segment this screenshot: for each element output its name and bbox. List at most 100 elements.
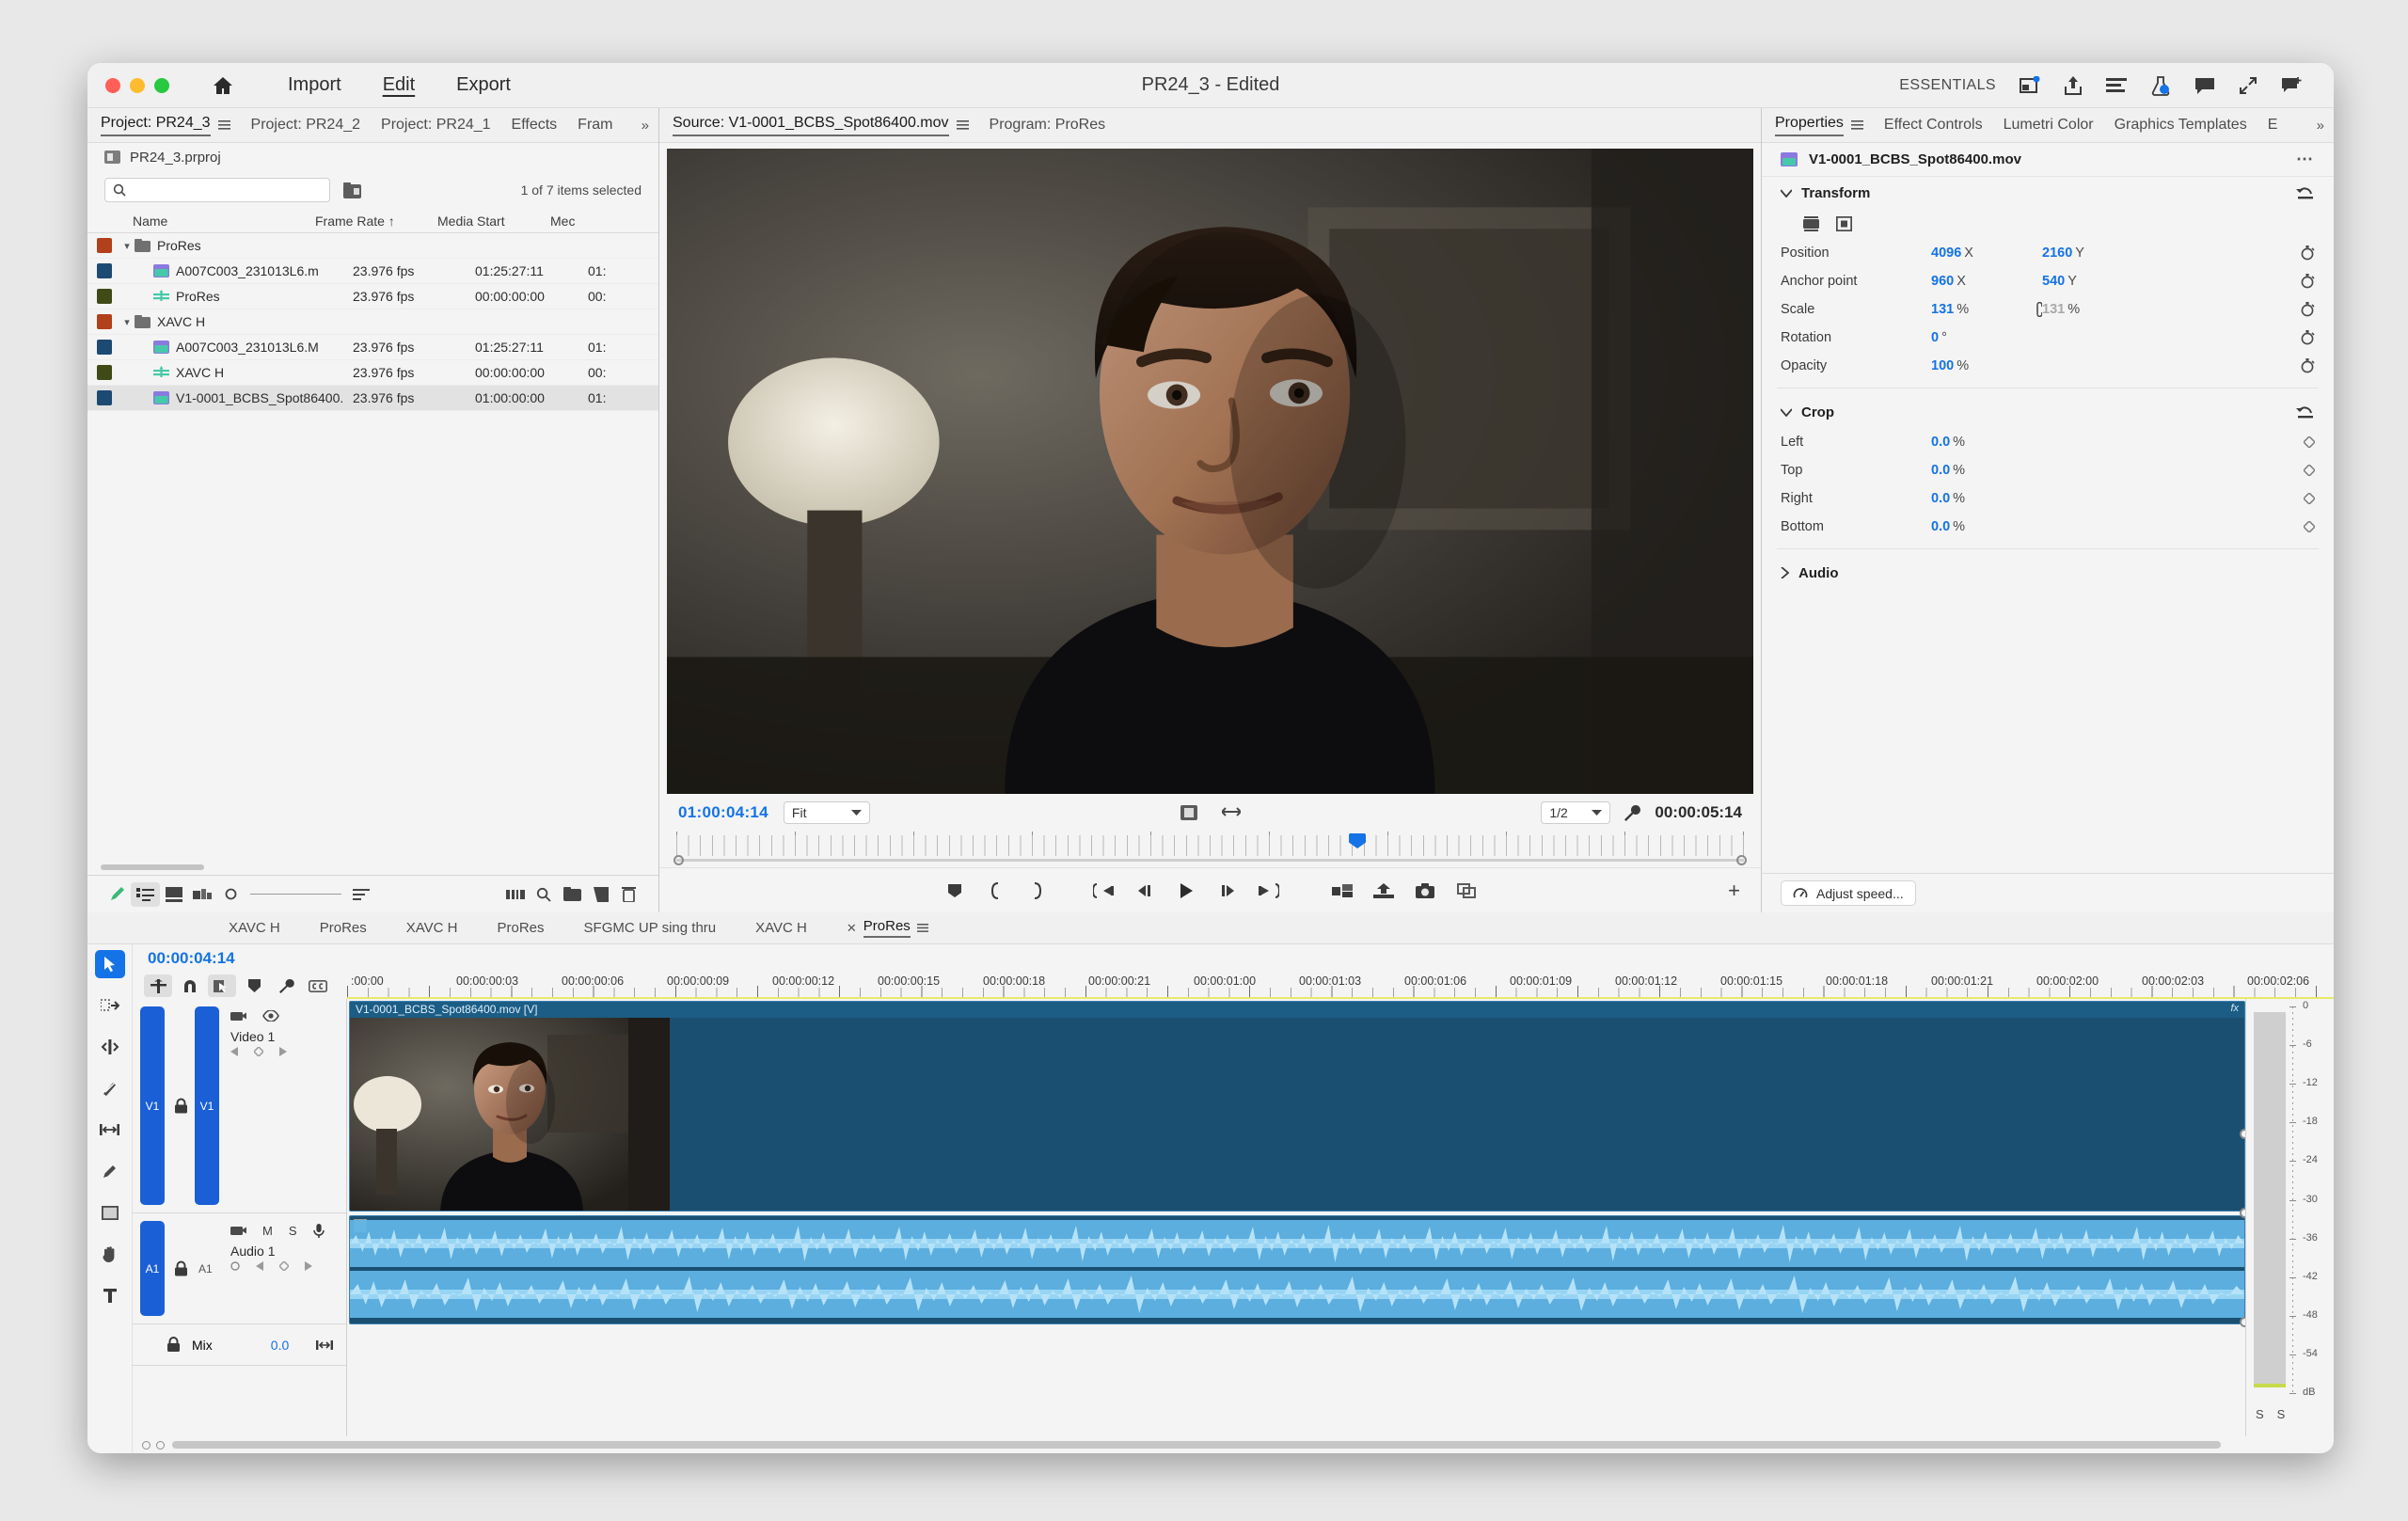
- add-keyframe-icon[interactable]: [254, 1047, 263, 1056]
- slider-track[interactable]: [250, 894, 341, 895]
- close-button[interactable]: [105, 78, 120, 93]
- timeline-tab[interactable]: XAVC H: [755, 912, 847, 943]
- tab-project-pr24-3[interactable]: Project: PR24_3: [101, 108, 251, 142]
- list-view-icon[interactable]: [131, 882, 159, 907]
- linked-selection-icon[interactable]: [208, 974, 236, 997]
- rectangle-tool[interactable]: [95, 1198, 125, 1227]
- label-color-swatch[interactable]: [97, 390, 112, 405]
- tab-program-monitor[interactable]: Program: ProRes: [990, 108, 1127, 142]
- new-bin-icon-2[interactable]: [558, 882, 586, 907]
- track-select-forward-tool[interactable]: [95, 991, 125, 1020]
- workspace-label[interactable]: ESSENTIALS: [1899, 77, 1996, 94]
- property-value-1-wrap[interactable]: 100%: [1931, 358, 2033, 373]
- lock-track-icon[interactable]: [174, 1098, 188, 1114]
- chevron-down-icon[interactable]: [1781, 189, 1792, 198]
- menu-import[interactable]: Import: [267, 71, 362, 100]
- automate-to-sequence-icon[interactable]: [501, 882, 530, 907]
- property-value-1[interactable]: 100: [1931, 358, 1954, 373]
- panel-menu-icon[interactable]: [917, 923, 928, 933]
- lock-track-icon-a1[interactable]: [174, 1260, 188, 1276]
- type-tool[interactable]: [95, 1281, 125, 1309]
- add-keyframe-diamond-icon[interactable]: [2304, 493, 2315, 504]
- lock-mix-icon[interactable]: [166, 1337, 181, 1353]
- timeline-clip-area[interactable]: V1-0001_BCBS_Spot86400.mov [V] fx: [347, 999, 2245, 1436]
- table-row[interactable]: XAVC H23.976 fps00:00:00:0000:: [87, 360, 658, 386]
- monitor-scrub-ruler[interactable]: [676, 832, 1744, 867]
- table-row[interactable]: A007C003_231013L6.M23.976 fps01:25:27:11…: [87, 335, 658, 360]
- tab-graphics-templates[interactable]: Graphics Templates: [2115, 108, 2268, 142]
- properties-overflow-icon[interactable]: ⋯: [2296, 150, 2315, 169]
- comparison-shot-icon[interactable]: [1446, 877, 1487, 905]
- transform-shortcut-icons[interactable]: [1762, 209, 2334, 239]
- column-frame-rate[interactable]: Frame Rate ↑: [315, 214, 437, 229]
- timeline-playhead-timecode[interactable]: 00:00:04:14: [148, 949, 235, 968]
- insert-track-icon[interactable]: [144, 974, 172, 997]
- item-name[interactable]: ProRes: [135, 289, 353, 304]
- toggle-animation-stopwatch-icon[interactable]: [2300, 358, 2315, 373]
- go-to-out-icon[interactable]: [1248, 877, 1290, 905]
- property-value-1-wrap[interactable]: 0°: [1931, 330, 2033, 345]
- new-item-icon[interactable]: [586, 882, 614, 907]
- fullscreen-expand-icon[interactable]: [2239, 76, 2258, 95]
- add-comment-icon[interactable]: [2281, 76, 2302, 95]
- search-input-wrap[interactable]: [104, 178, 330, 202]
- solo-channel-2[interactable]: S: [2277, 1407, 2286, 1421]
- property-value-1[interactable]: 0.0: [1931, 463, 1950, 478]
- toggle-animation-stopwatch-icon[interactable]: [2300, 246, 2315, 261]
- add-keyframe-diamond-icon[interactable]: [2304, 465, 2315, 476]
- property-value-2[interactable]: 540: [2042, 274, 2065, 289]
- toggle-track-output-eye-icon[interactable]: [262, 1010, 279, 1022]
- comment-icon[interactable]: [2194, 76, 2215, 95]
- tab-frame[interactable]: Fram: [578, 108, 633, 142]
- property-value-1[interactable]: 0: [1931, 330, 1939, 345]
- audio-volume-icon[interactable]: [230, 1261, 241, 1271]
- toggle-animation-stopwatch-icon[interactable]: [2300, 302, 2315, 317]
- video-preview[interactable]: [667, 149, 1753, 794]
- label-color-swatch[interactable]: [97, 238, 112, 253]
- tab-project-pr24-1[interactable]: Project: PR24_1: [381, 108, 512, 142]
- list-view-icon[interactable]: [2106, 77, 2127, 94]
- pen-marker-icon[interactable]: [103, 882, 131, 907]
- property-value-2-wrap[interactable]: 131%: [2042, 302, 2155, 317]
- table-row[interactable]: V1-0001_BCBS_Spot86400.23.976 fps01:00:0…: [87, 386, 658, 411]
- razor-tool[interactable]: [95, 1074, 125, 1102]
- table-row[interactable]: ▾XAVC H: [87, 309, 658, 335]
- item-name[interactable]: V1-0001_BCBS_Spot86400.: [135, 390, 353, 405]
- project-item-list[interactable]: ▾ProResA007C003_231013L6.m23.976 fps01:2…: [87, 233, 658, 860]
- meter-solo-buttons[interactable]: S S: [2256, 1407, 2285, 1421]
- zoom-controls[interactable]: [142, 1441, 165, 1450]
- toggle-sync-lock-icon-a1[interactable]: [230, 1224, 246, 1237]
- target-track-v1[interactable]: V1: [195, 1006, 219, 1205]
- close-icon[interactable]: ✕: [847, 921, 857, 936]
- snap-magnet-icon[interactable]: [176, 974, 204, 997]
- property-value-1-wrap[interactable]: 960X: [1931, 274, 2033, 289]
- add-keyframe-diamond-icon[interactable]: [2304, 521, 2315, 532]
- comparison-view-icon[interactable]: [1222, 805, 1241, 820]
- current-timecode[interactable]: 01:00:04:14: [678, 803, 768, 822]
- properties-tabs[interactable]: Properties Effect Controls Lumetri Color…: [1762, 108, 2334, 143]
- menu-edit[interactable]: Edit: [362, 71, 436, 100]
- item-name[interactable]: XAVC H: [135, 365, 353, 380]
- ripple-edit-tool[interactable]: [95, 1033, 125, 1061]
- out-point-handle[interactable]: [1736, 855, 1747, 865]
- freeform-view-icon[interactable]: [188, 882, 216, 907]
- monitor-transport-bar[interactable]: +: [659, 867, 1761, 912]
- search-input[interactable]: [132, 182, 322, 198]
- playback-resolution-select[interactable]: 1/2: [1541, 801, 1610, 824]
- property-value-1[interactable]: 0.0: [1931, 435, 1950, 450]
- audio-clip[interactable]: [349, 1215, 2245, 1324]
- timeline-tab[interactable]: ✕ProRes: [847, 912, 968, 943]
- sort-icon[interactable]: [347, 882, 375, 907]
- export-frame-icon[interactable]: [1404, 877, 1446, 905]
- section-header-transform[interactable]: Transform: [1762, 177, 2334, 209]
- captions-icon[interactable]: [304, 974, 332, 997]
- timeline-tab[interactable]: XAVC H: [229, 912, 320, 943]
- timeline-settings-wrench-icon[interactable]: [272, 974, 300, 997]
- label-color-swatch[interactable]: [97, 289, 112, 304]
- panel-menu-icon[interactable]: [1851, 119, 1863, 131]
- property-value-1-wrap[interactable]: 4096X: [1931, 246, 2033, 261]
- project-toolbar[interactable]: [87, 875, 658, 912]
- toggle-sync-lock-icon[interactable]: [230, 1009, 246, 1022]
- tab-properties[interactable]: Properties: [1775, 108, 1884, 142]
- property-value-1[interactable]: 131: [1931, 302, 1954, 317]
